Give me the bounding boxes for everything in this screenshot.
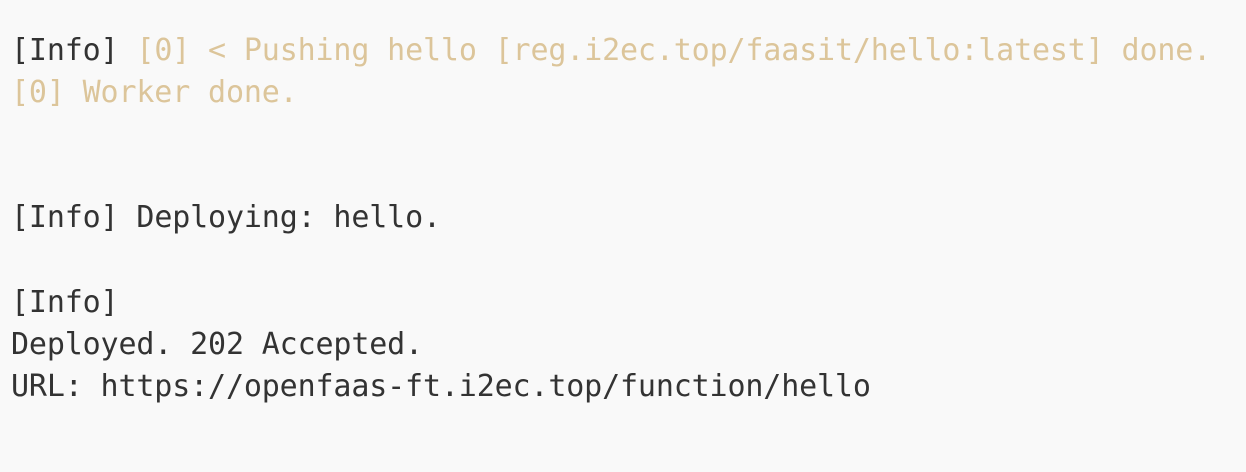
log-line-worker-done: [0] Worker done. xyxy=(11,72,298,114)
log-line-deploying: [Info] Deploying: hello. xyxy=(11,197,441,239)
log-worker-message: [0] Worker done. xyxy=(11,75,298,110)
log-deploying-message: Deploying: hello. xyxy=(136,200,441,235)
log-line-deployed: Deployed. 202 Accepted. xyxy=(11,324,423,366)
log-deployed-message: Deployed. 202 Accepted. xyxy=(11,327,423,362)
log-info-tag: [Info] xyxy=(11,200,119,235)
log-line-info: [Info] xyxy=(11,282,119,324)
log-info-tag: [Info] xyxy=(11,33,119,68)
log-line-url: URL: https://openfaas-ft.i2ec.top/functi… xyxy=(11,366,871,408)
log-line-push-done: [Info] [0] < Pushing hello [reg.i2ec.top… xyxy=(11,30,1211,72)
log-push-message: [0] < Pushing hello [reg.i2ec.top/faasit… xyxy=(136,33,1212,68)
log-url-message[interactable]: URL: https://openfaas-ft.i2ec.top/functi… xyxy=(11,369,871,404)
terminal-output[interactable]: [Info] [0] < Pushing hello [reg.i2ec.top… xyxy=(0,0,1246,472)
log-info-tag: [Info] xyxy=(11,285,119,320)
